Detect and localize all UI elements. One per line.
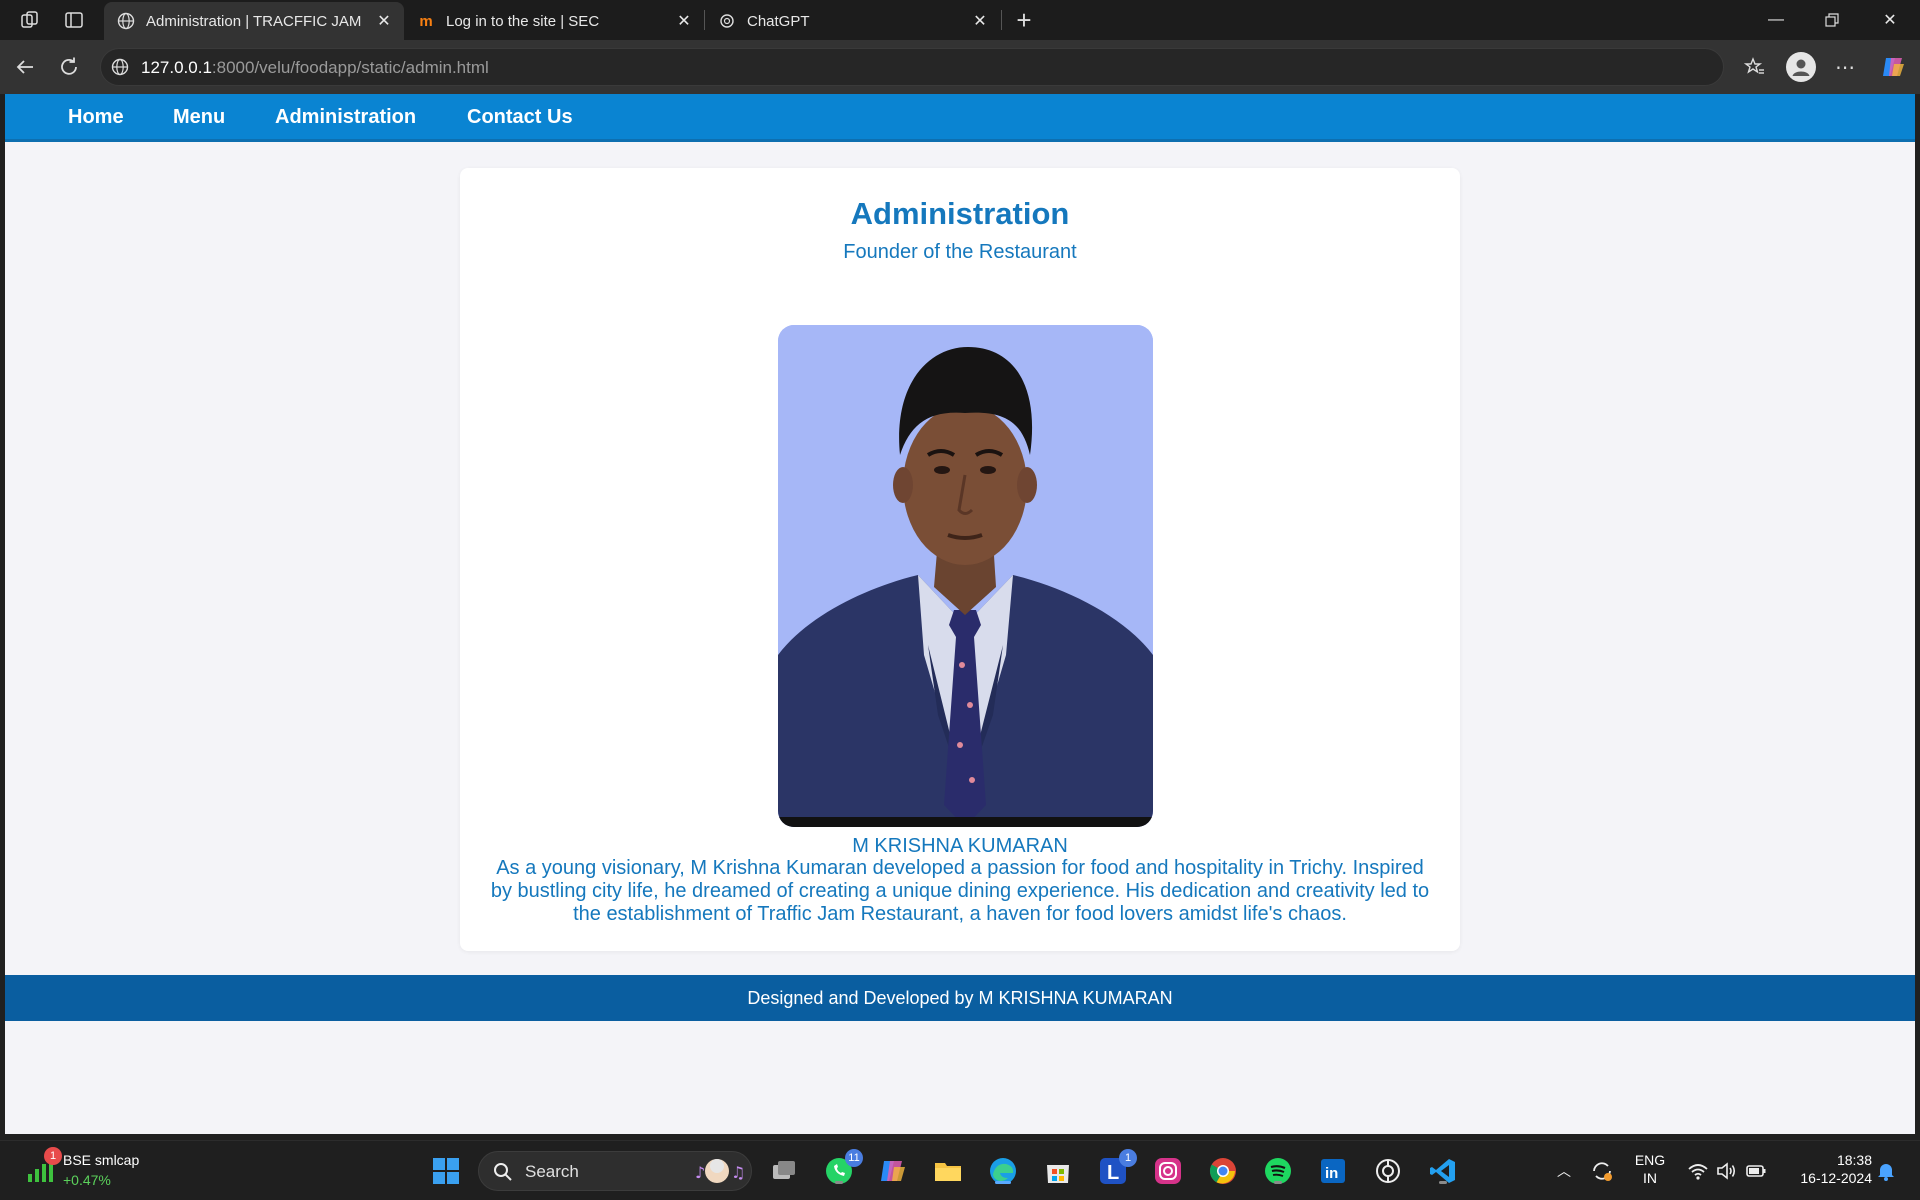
clock-date: 16-12-2024 [1800, 1170, 1872, 1186]
edge-icon[interactable] [987, 1155, 1019, 1187]
sync-icon[interactable] [1586, 1155, 1618, 1187]
copilot-icon[interactable] [1880, 54, 1906, 80]
instagram-icon[interactable] [1152, 1155, 1184, 1187]
battery-icon[interactable] [1740, 1155, 1772, 1187]
widget-badge: 1 [44, 1147, 62, 1165]
svg-text:♫: ♫ [731, 1163, 743, 1182]
back-icon[interactable] [12, 54, 38, 80]
profile-avatar-icon[interactable] [1786, 52, 1816, 82]
page-title: Administration [850, 196, 1070, 231]
site-navbar: Home Menu Administration Contact Us [5, 94, 1915, 142]
url-text: 127.0.0.1:8000/velu/foodapp/static/admin… [141, 58, 489, 77]
nav-home-link[interactable]: Home [68, 106, 124, 129]
new-tab-icon[interactable]: + [1012, 5, 1036, 35]
whatsapp-badge: 11 [845, 1149, 863, 1167]
tab-separator [1001, 10, 1002, 30]
tab-title: Administration | TRACFFIC JAM RESTAURANT [146, 12, 364, 30]
site-info-icon[interactable] [111, 58, 129, 81]
founder-photo [778, 325, 1153, 827]
vertical-tabs-icon[interactable] [62, 8, 86, 32]
search-label: Search [525, 1162, 579, 1181]
region-code: IN [1643, 1170, 1657, 1186]
nav-menu-link[interactable]: Menu [173, 106, 225, 129]
minimize-icon[interactable]: — [1748, 0, 1804, 40]
search-highlight-icon: ♪ ♫ [691, 1156, 745, 1191]
l-app-icon[interactable]: L 1 [1097, 1149, 1137, 1187]
founder-bio: As a young visionary, M Krishna Kumaran … [490, 857, 1430, 925]
page-subtitle: Founder of the Restaurant [843, 241, 1077, 263]
founder-name: M KRISHNA KUMARAN [852, 835, 1068, 857]
restore-icon[interactable] [1804, 0, 1860, 40]
globe-icon [116, 11, 136, 31]
clock[interactable]: 18:38 16-12-2024 [1782, 1151, 1872, 1187]
volume-icon[interactable] [1710, 1155, 1742, 1187]
search-icon [493, 1162, 513, 1187]
nav-contact-link[interactable]: Contact Us [467, 106, 573, 129]
whatsapp-icon[interactable]: 11 [823, 1149, 863, 1187]
show-hidden-icons-icon[interactable]: ︿ [1548, 1155, 1580, 1187]
svg-text:in: in [1325, 1165, 1338, 1182]
browser-tab-bar: Administration | TRACFFIC JAM RESTAURANT… [0, 0, 1920, 40]
stock-change: +0.47% [63, 1172, 111, 1188]
moodle-icon: m [419, 12, 433, 30]
favorites-icon[interactable] [1742, 54, 1768, 80]
store-icon[interactable] [1042, 1155, 1074, 1187]
chatgpt-icon [717, 11, 737, 31]
copilot-icon[interactable] [877, 1155, 909, 1187]
running-indicator [1439, 1181, 1447, 1184]
clock-time: 18:38 [1836, 1152, 1872, 1168]
windows-start-icon[interactable] [430, 1155, 462, 1187]
language-indicator[interactable]: ENG IN [1630, 1151, 1670, 1187]
running-indicator [835, 1181, 843, 1184]
l-app-badge: 1 [1119, 1149, 1137, 1167]
close-tab-icon[interactable]: ✕ [970, 11, 990, 31]
tab-title: ChatGPT [747, 12, 810, 30]
tab-administration[interactable]: Administration | TRACFFIC JAM RESTAURANT… [104, 2, 404, 40]
file-explorer-icon[interactable] [932, 1155, 964, 1187]
tab-login-sec[interactable]: m Log in to the site | SEC ✕ [404, 2, 704, 40]
more-options-icon[interactable]: ⋯ [1832, 54, 1858, 80]
taskbar-search[interactable]: Search ♪ ♫ [478, 1151, 752, 1191]
running-indicator [1274, 1181, 1282, 1184]
address-bar[interactable]: 127.0.0.1:8000/velu/foodapp/static/admin… [100, 48, 1724, 86]
close-tab-icon[interactable]: ✕ [374, 11, 394, 31]
page-viewport: Home Menu Administration Contact Us Admi… [5, 94, 1915, 1134]
windows-taskbar: 1 BSE smlcap +0.47% Search ♪ ♫ 11 L 1 in… [0, 1140, 1920, 1200]
svg-text:♪: ♪ [695, 1163, 705, 1182]
spotify-icon[interactable] [1262, 1155, 1294, 1187]
tab-chatgpt[interactable]: ChatGPT ✕ [705, 2, 1000, 40]
stock-widget-icon[interactable]: 1 [24, 1147, 62, 1185]
notification-bell-icon[interactable] [1870, 1155, 1902, 1187]
site-footer: Designed and Developed by M KRISHNA KUMA… [5, 975, 1915, 1021]
close-window-icon[interactable]: ✕ [1862, 0, 1918, 40]
workspaces-icon[interactable] [18, 8, 42, 32]
active-indicator [995, 1181, 1011, 1184]
linkedin-icon[interactable]: in [1317, 1155, 1349, 1187]
close-tab-icon[interactable]: ✕ [674, 11, 694, 31]
founder-card: Administration Founder of the Restaurant [460, 168, 1460, 951]
chatgpt-icon[interactable] [1372, 1155, 1404, 1187]
svg-text:L: L [1107, 1162, 1119, 1184]
chrome-icon[interactable] [1207, 1155, 1239, 1187]
browser-toolbar: 127.0.0.1:8000/velu/foodapp/static/admin… [0, 40, 1920, 94]
stock-name: BSE smlcap [63, 1152, 140, 1168]
task-view-icon[interactable] [768, 1155, 800, 1187]
vscode-icon[interactable] [1427, 1155, 1459, 1187]
refresh-icon[interactable] [56, 54, 82, 80]
nav-administration-link[interactable]: Administration [275, 106, 416, 129]
language-code: ENG [1634, 1152, 1666, 1168]
tab-title: Log in to the site | SEC [446, 12, 600, 30]
